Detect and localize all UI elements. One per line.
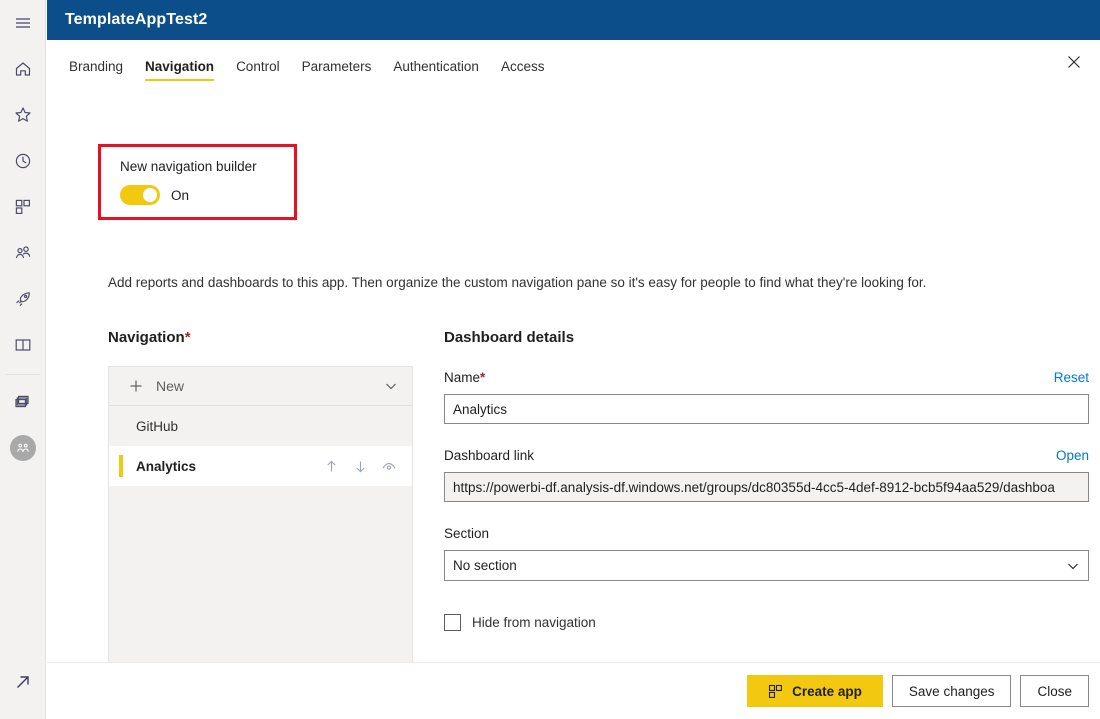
tab-access[interactable]: Access bbox=[490, 59, 556, 83]
tab-navigation[interactable]: Navigation bbox=[134, 59, 225, 83]
dashboard-link-value: https://powerbi-df.analysis-df.windows.n… bbox=[453, 480, 1080, 495]
save-changes-button[interactable]: Save changes bbox=[892, 675, 1012, 707]
chevron-down-icon[interactable] bbox=[384, 379, 398, 393]
stacked-pages-icon[interactable] bbox=[0, 379, 46, 425]
reset-name-link[interactable]: Reset bbox=[1054, 370, 1089, 385]
close-icon[interactable] bbox=[1058, 46, 1090, 78]
favorites-star-icon[interactable] bbox=[0, 92, 46, 138]
dashboard-link-input[interactable]: https://powerbi-df.analysis-df.windows.n… bbox=[444, 472, 1089, 502]
tab-branding[interactable]: Branding bbox=[58, 59, 134, 83]
name-field-label: Name* bbox=[444, 370, 1089, 385]
tab-control[interactable]: Control bbox=[225, 59, 291, 83]
navigation-heading: Navigation* bbox=[108, 329, 413, 346]
navigation-required-mark: * bbox=[185, 329, 191, 346]
nav-list-item-analytics[interactable]: Analytics bbox=[109, 446, 412, 486]
name-input-value: Analytics bbox=[453, 402, 1080, 417]
new-navigation-builder-label: New navigation builder bbox=[120, 159, 294, 174]
expand-arrow-icon[interactable] bbox=[0, 659, 46, 705]
section-label: Section bbox=[444, 526, 1089, 541]
visibility-eye-icon[interactable] bbox=[380, 457, 398, 475]
instructions-text: Add reports and dashboards to this app. … bbox=[108, 275, 926, 290]
new-item-label: New bbox=[156, 378, 184, 394]
tab-bar: Branding Navigation Control Parameters A… bbox=[47, 40, 1100, 83]
section-field-group: Section No section bbox=[444, 526, 1089, 581]
apps-grid-icon[interactable] bbox=[0, 184, 46, 230]
new-item-button[interactable]: New bbox=[109, 367, 412, 406]
section-selected-value: No section bbox=[453, 558, 517, 573]
name-required-mark: * bbox=[480, 370, 485, 385]
app-root: TemplateAppTest2 Branding Navigation Con… bbox=[0, 0, 1100, 719]
chevron-down-icon bbox=[1066, 559, 1080, 573]
nav-list-item-github[interactable]: GitHub bbox=[109, 406, 412, 446]
app-title: TemplateAppTest2 bbox=[65, 11, 207, 29]
move-up-icon[interactable] bbox=[322, 457, 340, 475]
workspace-avatar-icon[interactable] bbox=[0, 425, 46, 471]
shared-people-icon[interactable] bbox=[0, 230, 46, 276]
rocket-icon[interactable] bbox=[0, 276, 46, 322]
recent-clock-icon[interactable] bbox=[0, 138, 46, 184]
rail-divider bbox=[6, 374, 40, 375]
create-app-label: Create app bbox=[792, 684, 862, 699]
hide-from-navigation-checkbox[interactable] bbox=[444, 614, 461, 631]
dashboard-link-label: Dashboard link bbox=[444, 448, 1089, 463]
name-label-text: Name bbox=[444, 370, 480, 385]
navigation-column: Navigation* New GitHub bbox=[108, 329, 413, 719]
section-select[interactable]: No section bbox=[444, 550, 1089, 581]
menu-icon[interactable] bbox=[0, 0, 46, 46]
name-input[interactable]: Analytics bbox=[444, 394, 1089, 424]
navigation-heading-text: Navigation bbox=[108, 329, 185, 346]
nav-item-label: Analytics bbox=[136, 459, 196, 474]
create-app-button[interactable]: Create app bbox=[747, 675, 883, 707]
dashboard-link-field-group: Dashboard link Open https://powerbi-df.a… bbox=[444, 448, 1089, 502]
hide-from-navigation-label: Hide from navigation bbox=[472, 615, 596, 630]
close-button[interactable]: Close bbox=[1020, 675, 1089, 707]
open-dashboard-link[interactable]: Open bbox=[1056, 448, 1089, 463]
nav-item-label: GitHub bbox=[136, 419, 178, 434]
save-changes-label: Save changes bbox=[909, 684, 995, 699]
hide-from-navigation-row[interactable]: Hide from navigation bbox=[444, 614, 1089, 631]
left-nav-rail bbox=[0, 0, 46, 719]
home-icon[interactable] bbox=[0, 46, 46, 92]
name-field-group: Name* Reset Analytics bbox=[444, 370, 1089, 424]
dialog-titlebar: TemplateAppTest2 bbox=[47, 0, 1100, 40]
tab-authentication[interactable]: Authentication bbox=[382, 59, 490, 83]
toggle-knob bbox=[143, 188, 157, 202]
close-label: Close bbox=[1037, 684, 1072, 699]
tab-parameters[interactable]: Parameters bbox=[291, 59, 383, 83]
details-column: Dashboard details Name* Reset Analytics … bbox=[444, 329, 1089, 688]
dialog-footer: Create app Save changes Close bbox=[47, 662, 1100, 719]
dialog-body: New navigation builder On Add reports an… bbox=[47, 83, 1100, 719]
book-icon[interactable] bbox=[0, 322, 46, 368]
details-title: Dashboard details bbox=[444, 329, 1089, 346]
new-navigation-builder-state: On bbox=[171, 188, 189, 203]
new-navigation-builder-toggle[interactable] bbox=[120, 185, 160, 205]
app-grid-icon bbox=[768, 684, 783, 699]
move-down-icon[interactable] bbox=[351, 457, 369, 475]
new-navigation-builder-highlight: New navigation builder On bbox=[98, 144, 297, 220]
plus-icon bbox=[128, 378, 144, 394]
app-settings-dialog: TemplateAppTest2 Branding Navigation Con… bbox=[46, 0, 1100, 719]
nav-item-actions bbox=[322, 457, 412, 475]
